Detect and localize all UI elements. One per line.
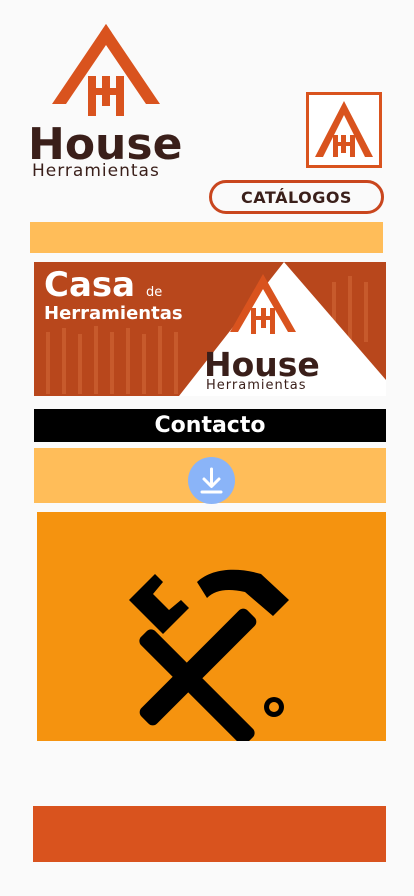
main-logo: House Herramientas: [24, 18, 194, 188]
contact-button[interactable]: Contacto: [34, 409, 386, 442]
footer-bar: [33, 806, 386, 862]
download-icon: [200, 467, 223, 494]
tools-panel[interactable]: [37, 512, 386, 745]
banner-de: de: [146, 285, 163, 300]
wrench-hammer-icon: [129, 569, 289, 745]
house-logo-icon: [52, 24, 160, 116]
small-logo[interactable]: [306, 92, 382, 168]
banner-casa: Casa: [44, 265, 136, 305]
house-logo-icon: [315, 101, 373, 157]
hero-banner[interactable]: Casa de Herramientas House Herramientas: [34, 262, 386, 396]
banner-herramientas: Herramientas: [44, 303, 183, 324]
logo-subtitle: Herramientas: [32, 161, 160, 181]
banner-brand-sub: Herramientas: [206, 378, 307, 393]
download-button[interactable]: [188, 457, 235, 504]
banner-brand: House: [204, 345, 320, 384]
orange-strip: [30, 222, 383, 253]
catalog-button[interactable]: CATÁLOGOS: [209, 180, 384, 214]
